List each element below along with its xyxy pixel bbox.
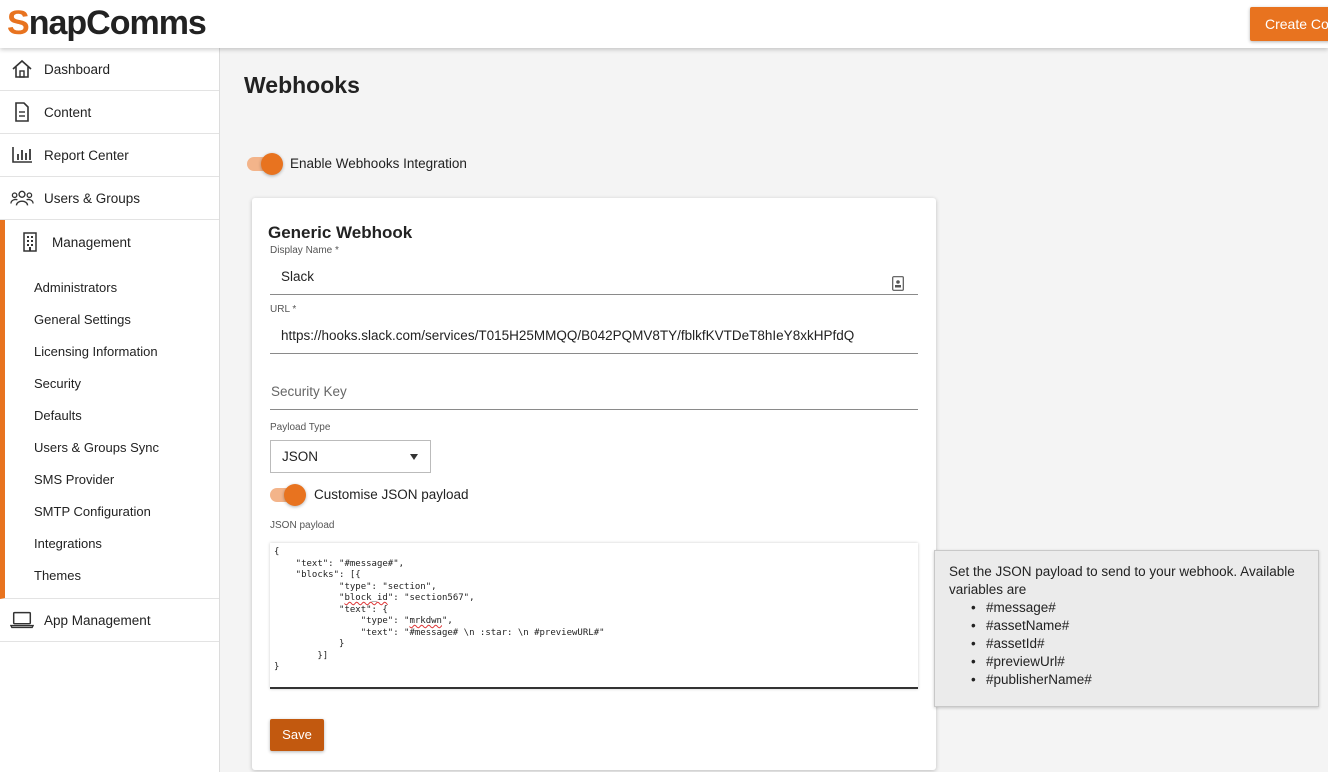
sidebar-subitem-themes[interactable]: Themes xyxy=(5,560,219,592)
payload-type-label: Payload Type xyxy=(270,422,331,433)
sidebar-item-app-management[interactable]: App Management xyxy=(0,599,219,642)
sidebar: Dashboard Content Report Center Users & … xyxy=(0,48,220,772)
sidebar-item-label: Report Center xyxy=(44,147,129,163)
customise-json-label: Customise JSON payload xyxy=(314,487,469,502)
url-label: URL * xyxy=(270,304,297,315)
display-name-value: Slack xyxy=(281,269,315,284)
bar-chart-icon xyxy=(10,143,34,167)
security-key-field[interactable]: Security Key xyxy=(270,374,918,410)
sidebar-subitem-general-settings[interactable]: General Settings xyxy=(5,304,219,336)
sidebar-subitem-security[interactable]: Security xyxy=(5,368,219,400)
sidebar-subitem-smtp-configuration[interactable]: SMTP Configuration xyxy=(5,496,219,528)
building-icon xyxy=(18,230,42,254)
sidebar-subitem-defaults[interactable]: Defaults xyxy=(5,400,219,432)
caret-down-icon xyxy=(410,454,418,460)
management-submenu: Administrators General Settings Licensin… xyxy=(0,264,219,599)
sidebar-item-label: Users & Groups xyxy=(44,190,141,206)
save-button[interactable]: Save xyxy=(270,719,324,751)
payload-type-value: JSON xyxy=(282,449,319,464)
sidebar-item-label: Content xyxy=(44,104,92,120)
page-title: Webhooks xyxy=(244,72,360,98)
json-payload-editor[interactable]: { "text": "#message#", "blocks": [{ "typ… xyxy=(270,543,918,689)
sidebar-subitem-administrators[interactable]: Administrators xyxy=(5,272,219,304)
users-icon xyxy=(10,186,34,210)
sidebar-item-management[interactable]: Management xyxy=(0,220,219,264)
url-field[interactable]: https://hooks.slack.com/services/T015H25… xyxy=(270,318,918,354)
card-title: Generic Webhook xyxy=(268,223,413,242)
enable-webhooks-label: Enable Webhooks Integration xyxy=(290,156,467,171)
payload-type-select[interactable]: JSON xyxy=(270,440,431,473)
variables-list: #message# #assetName# #assetId# #preview… xyxy=(949,599,1304,689)
sidebar-subitem-users-groups-sync[interactable]: Users & Groups Sync xyxy=(5,432,219,464)
home-icon xyxy=(10,57,34,81)
sidebar-subitem-licensing-information[interactable]: Licensing Information xyxy=(5,336,219,368)
variable-item: #previewUrl# xyxy=(971,653,1304,671)
customise-json-toggle[interactable] xyxy=(270,483,306,506)
sidebar-item-report-center[interactable]: Report Center xyxy=(0,134,219,177)
variable-item: #assetName# xyxy=(971,617,1304,635)
sidebar-item-label: Management xyxy=(52,234,131,250)
security-key-placeholder: Security Key xyxy=(271,384,347,399)
variable-item: #publisherName# xyxy=(971,671,1304,689)
variable-item: #assetId# xyxy=(971,635,1304,653)
top-bar: SnapComms Create Co xyxy=(0,0,1328,48)
url-value: https://hooks.slack.com/services/T015H25… xyxy=(281,328,855,343)
sidebar-item-label: App Management xyxy=(44,612,151,628)
json-payload-label: JSON payload xyxy=(270,520,335,531)
sidebar-subitem-sms-provider[interactable]: SMS Provider xyxy=(5,464,219,496)
sidebar-item-dashboard[interactable]: Dashboard xyxy=(0,48,219,91)
help-intro: Set the JSON payload to send to your web… xyxy=(949,564,1295,597)
snapcomms-logo[interactable]: SnapComms xyxy=(7,1,207,45)
display-name-label: Display Name * xyxy=(270,245,339,256)
create-button[interactable]: Create Co xyxy=(1250,7,1328,41)
variable-item: #message# xyxy=(971,599,1304,617)
document-icon xyxy=(10,100,34,124)
json-payload-help-tooltip: Set the JSON payload to send to your web… xyxy=(934,550,1319,707)
sidebar-item-label: Dashboard xyxy=(44,61,111,77)
sidebar-item-content[interactable]: Content xyxy=(0,91,219,134)
laptop-icon xyxy=(10,608,34,632)
generic-webhook-card: Generic Webhook Display Name * Slack URL… xyxy=(252,198,936,770)
sidebar-item-users-groups[interactable]: Users & Groups xyxy=(0,177,219,220)
enable-webhooks-toggle[interactable] xyxy=(247,152,283,175)
sidebar-subitem-integrations[interactable]: Integrations xyxy=(5,528,219,560)
display-name-field[interactable]: Slack xyxy=(270,259,918,295)
contact-card-icon[interactable] xyxy=(892,269,904,291)
